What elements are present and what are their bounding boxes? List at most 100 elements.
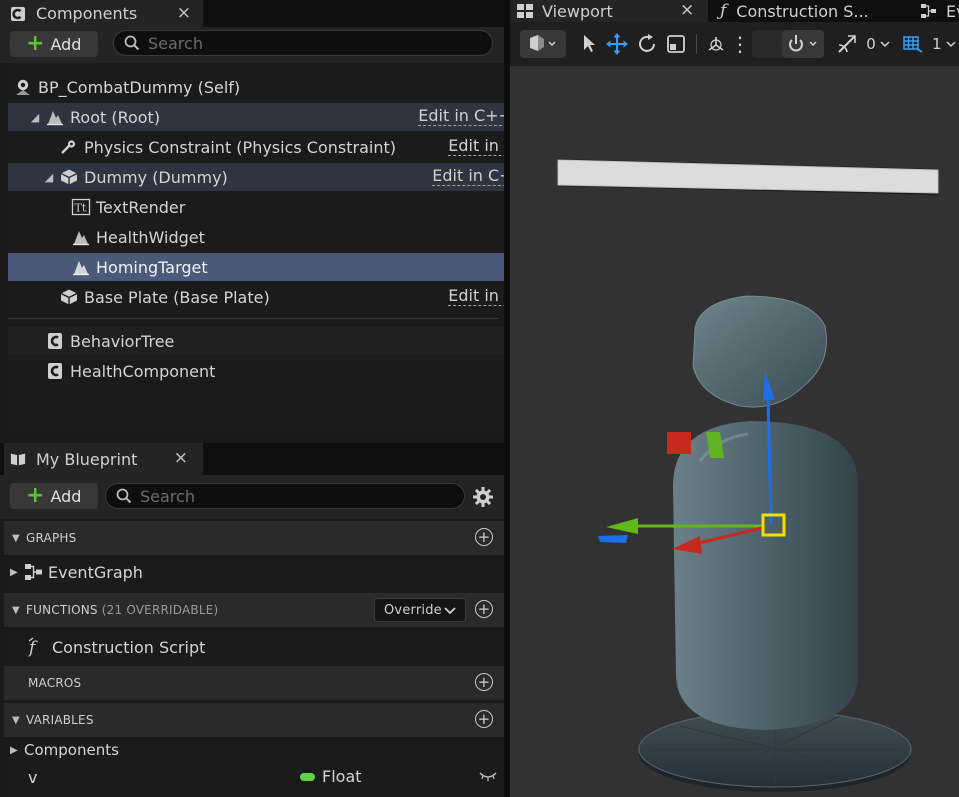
add-component-label: Add [50, 34, 82, 54]
add-member-button[interactable]: + Add [10, 483, 98, 509]
graph-item-label: EventGraph [48, 562, 143, 582]
section-graphs[interactable]: ▼ GRAPHS + [4, 521, 504, 555]
actor-component-icon [44, 362, 66, 380]
collapse-arrow-icon[interactable]: ▼ [12, 533, 22, 544]
event-graph-icon [920, 3, 938, 19]
tree-row-behaviortree[interactable]: BehaviorTree [8, 327, 534, 355]
physics-constraint-icon [58, 138, 80, 156]
visibility-eye-closed-icon[interactable] [479, 770, 497, 782]
actor-component-icon [44, 332, 66, 350]
collapse-arrow-icon[interactable]: ▼ [12, 715, 22, 726]
section-variables-label: VARIABLES [26, 713, 94, 727]
text-render-icon: Tt [70, 198, 92, 216]
dummy-body-mesh [673, 421, 858, 730]
rotate-tool-button[interactable] [636, 30, 658, 58]
section-functions[interactable]: ▼ FUNCTIONS (21 OVERRIDABLE) Override + [4, 593, 504, 627]
tab-construction-script[interactable]: ƒ Construction S... [710, 0, 910, 22]
scene-component-icon [70, 258, 92, 276]
components-search-input[interactable]: Search [113, 30, 493, 56]
chevron-down-icon [444, 603, 456, 621]
tab-components-label: Components [36, 4, 138, 23]
static-mesh-icon [58, 168, 80, 186]
tree-row-homingtarget[interactable]: HomingTarget [8, 253, 560, 281]
expand-arrow-icon[interactable]: ▶ [10, 745, 20, 756]
graph-item-eventgraph[interactable]: ▶ EventGraph [4, 555, 504, 589]
tree-row-label: HealthWidget [96, 227, 205, 247]
grid-snap-button[interactable]: 1 [902, 30, 959, 58]
select-tool-button[interactable] [578, 30, 600, 58]
tab-my-blueprint-label: My Blueprint [36, 449, 138, 469]
tree-row-base-plate[interactable]: Base Plate (Base Plate) Edit in C++ [8, 283, 548, 311]
variable-name: v [28, 768, 38, 787]
edit-in-cpp-link[interactable]: Edit in C++ [418, 107, 512, 126]
surface-snap-icon [789, 35, 817, 52]
surface-snap-button[interactable] [782, 30, 824, 58]
tab-viewport[interactable]: Viewport × [510, 0, 708, 22]
chevron-down-icon [880, 39, 890, 49]
tree-row-dummy[interactable]: ◢ Dummy (Dummy) Edit in C++ [8, 163, 532, 191]
search-icon [124, 35, 140, 51]
override-dropdown[interactable]: Override [374, 598, 466, 622]
tree-row-label: HomingTarget [96, 257, 208, 277]
viewport-3d-scene[interactable] [510, 66, 959, 797]
tree-row-physics-constraint[interactable]: Physics Constraint (Physics Constraint) … [8, 133, 548, 161]
tree-row-healthcomponent[interactable]: HealthComponent [8, 357, 534, 385]
tab-event-graph[interactable]: Ev [918, 0, 959, 22]
tree-row-root[interactable]: ◢ Root (Root) Edit in C++ [8, 103, 518, 131]
view-mode-button[interactable] [520, 30, 566, 58]
myblueprint-toolbar: + Add Search [0, 475, 504, 519]
add-variable-icon[interactable]: + [475, 710, 493, 728]
tab-viewport-label: Viewport [542, 1, 613, 21]
perspective-cube-icon [530, 35, 556, 51]
expand-arrow-icon[interactable]: ▶ [10, 567, 20, 578]
settings-gear-icon[interactable] [472, 486, 494, 512]
plus-icon: + [26, 31, 45, 56]
variable-group-components[interactable]: ▶ Components [4, 737, 504, 763]
rotation-snap-icon [838, 35, 857, 53]
add-macro-icon[interactable]: + [475, 673, 493, 691]
function-icon: f [26, 637, 48, 657]
tab-my-blueprint[interactable]: My Blueprint × [4, 443, 203, 475]
tree-row-label: Base Plate (Base Plate) [84, 287, 270, 307]
coordinate-space-button[interactable] [705, 30, 727, 58]
rotate-icon [639, 34, 655, 52]
variable-row-v[interactable]: v Float [4, 763, 504, 791]
cursor-arrow-icon [584, 35, 595, 52]
add-member-label: Add [50, 486, 82, 506]
more-options-kebab-icon[interactable]: ⋮ [730, 30, 750, 58]
close-icon[interactable]: × [680, 0, 694, 20]
close-icon[interactable]: × [174, 448, 188, 468]
tree-row-label: Dummy (Dummy) [84, 167, 228, 187]
tree-row-self[interactable]: BP_CombatDummy (Self) [8, 73, 502, 101]
add-function-icon[interactable]: + [475, 600, 493, 618]
tree-row-textrender[interactable]: Tt TextRender [8, 193, 560, 221]
world-axes-icon [708, 37, 724, 51]
add-component-button[interactable]: + Add [10, 31, 98, 57]
tree-row-healthwidget[interactable]: HealthWidget [8, 223, 560, 251]
grid-snap-icon [903, 36, 923, 53]
collapse-arrow-icon[interactable]: ▼ [12, 605, 22, 616]
svg-text:Tt: Tt [75, 202, 87, 215]
scene-component-icon [44, 108, 66, 126]
expanded-arrow-icon[interactable]: ◢ [28, 111, 42, 124]
expanded-arrow-icon[interactable]: ◢ [42, 171, 56, 184]
function-item-construction-script[interactable]: f Construction Script [4, 630, 504, 664]
dummy-head-mesh [692, 295, 827, 408]
search-icon [116, 488, 132, 504]
translate-tool-button[interactable] [605, 30, 629, 58]
section-macros[interactable]: MACROS + [4, 666, 504, 700]
rotation-snap-button[interactable]: 0 [836, 30, 890, 58]
override-label: Override [384, 602, 442, 618]
blueprint-class-icon [10, 6, 26, 22]
section-variables[interactable]: ▼ VARIABLES + [4, 703, 504, 737]
myblueprint-search-input[interactable]: Search [105, 483, 465, 509]
tab-components[interactable]: Components × [0, 0, 203, 27]
tree-separator [8, 318, 498, 319]
viewport-grid-icon [516, 3, 534, 19]
viewport-panel: Viewport × ƒ Construction S... Ev [510, 0, 959, 797]
left-panel: Components × + Add Search BP_CombatDummy… [0, 0, 560, 797]
add-graph-icon[interactable]: + [475, 528, 493, 546]
scale-tool-button[interactable] [665, 30, 687, 58]
components-search-placeholder: Search [148, 33, 203, 53]
close-icon[interactable]: × [177, 3, 191, 23]
